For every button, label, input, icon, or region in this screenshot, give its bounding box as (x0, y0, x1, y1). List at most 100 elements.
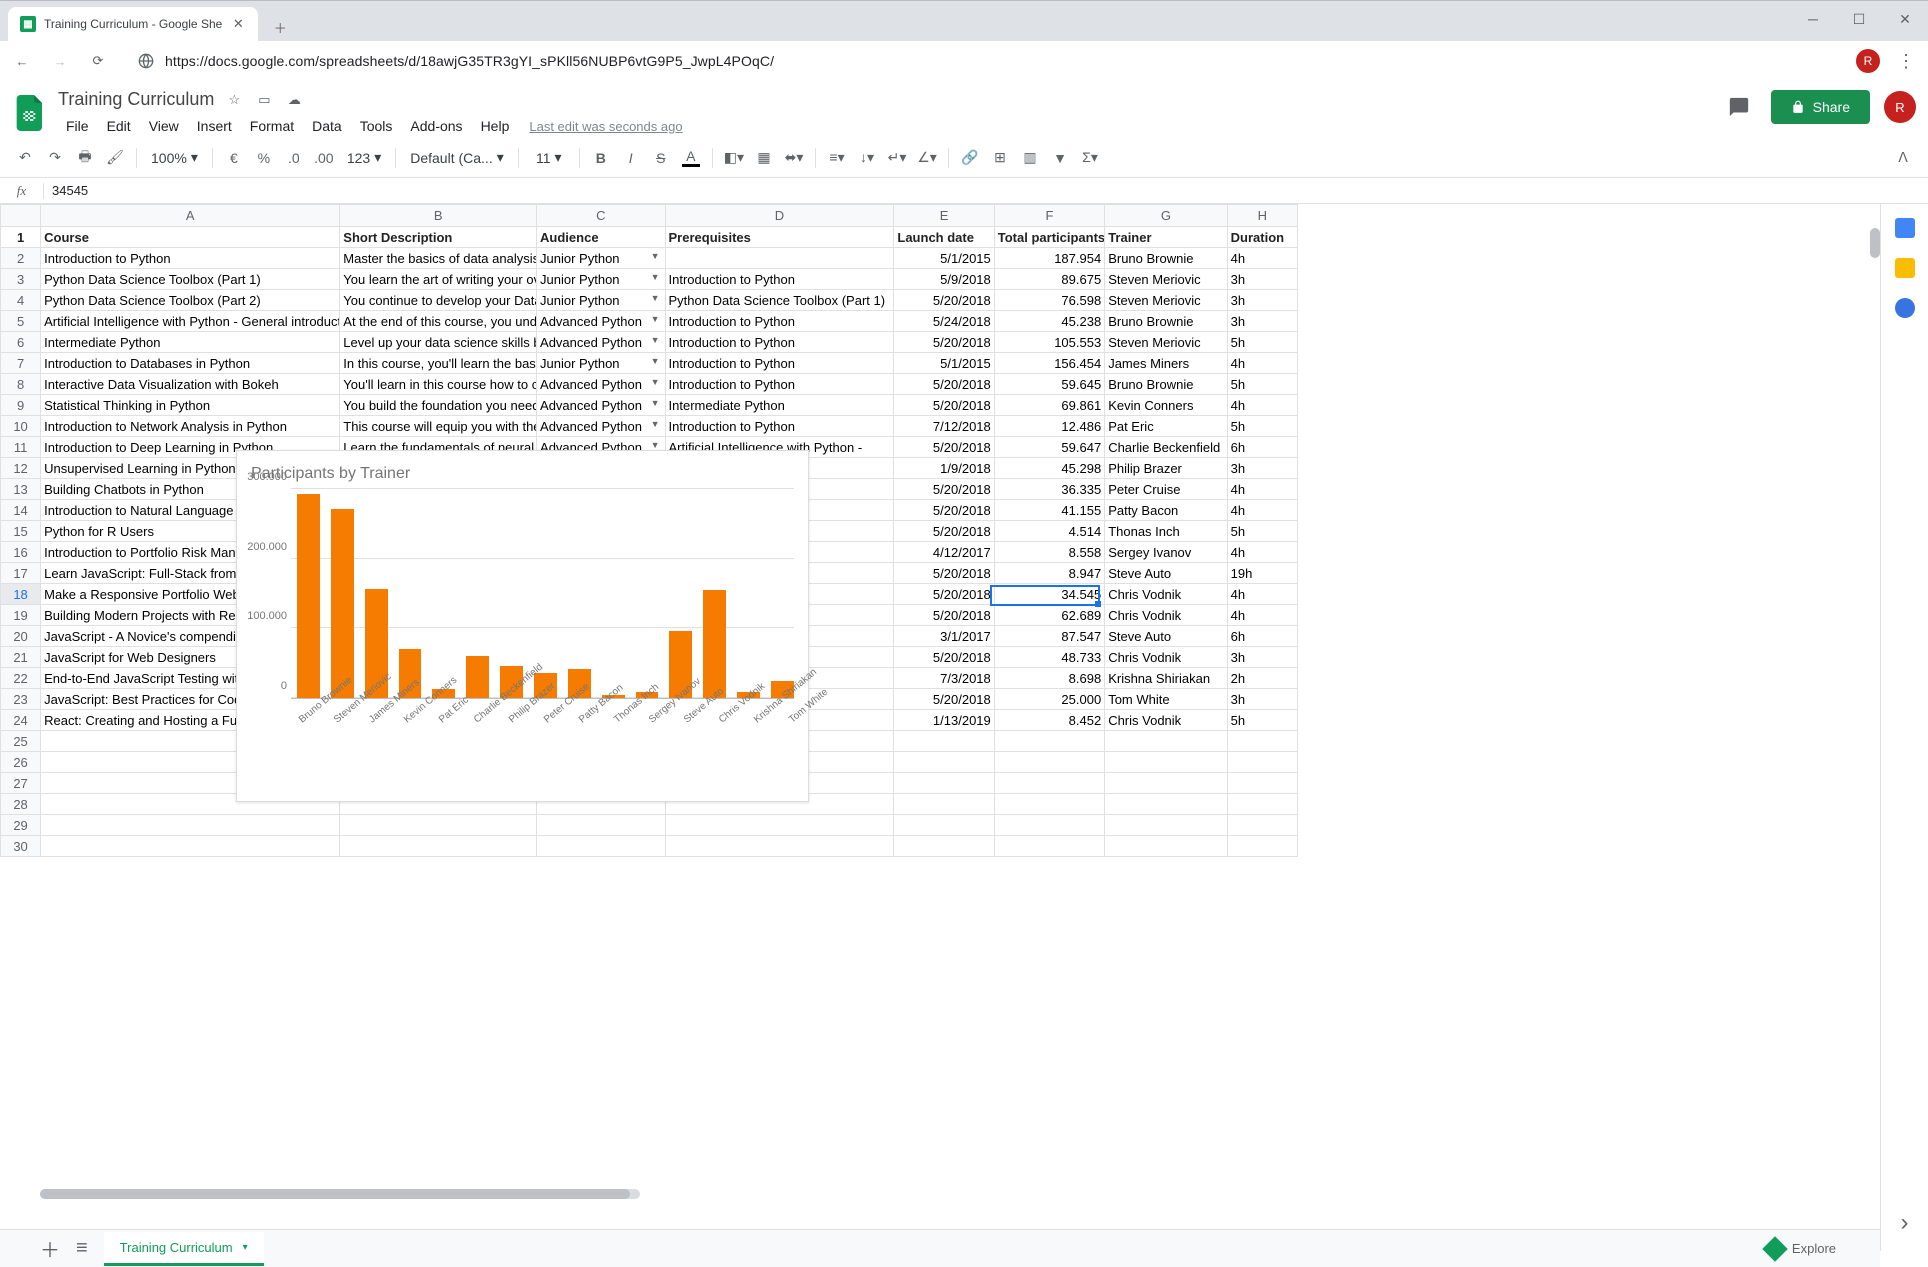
decrease-decimal-button[interactable]: .0 (281, 145, 307, 171)
cell[interactable]: 59.647 (994, 437, 1104, 458)
header-cell[interactable]: Launch date (894, 227, 994, 248)
italic-button[interactable]: I (618, 145, 644, 171)
bar[interactable] (331, 509, 354, 698)
cell[interactable]: 4h (1227, 542, 1297, 563)
cell[interactable]: Artificial Intelligence with Python - Ge… (41, 311, 340, 332)
cell[interactable]: Python Data Science Toolbox (Part 2) (41, 290, 340, 311)
header-cell[interactable]: Duration (1227, 227, 1297, 248)
header-cell[interactable]: Prerequisites (665, 227, 894, 248)
increase-decimal-button[interactable]: .00 (311, 145, 337, 171)
row-header[interactable]: 17 (1, 563, 41, 584)
col-header-C[interactable]: C (537, 205, 665, 227)
cell[interactable]: 5/20/2018 (894, 374, 994, 395)
comment-button[interactable]: ⊞ (987, 145, 1013, 171)
col-header-B[interactable]: B (340, 205, 537, 227)
cell[interactable]: Python Data Science Toolbox (Part 1) (665, 290, 894, 311)
cell[interactable]: Introduction to Python (665, 416, 894, 437)
dropdown-arrow-icon[interactable]: ▼ (651, 419, 662, 429)
cell[interactable]: 5/1/2015 (894, 353, 994, 374)
cell[interactable]: 3h (1227, 269, 1297, 290)
cell[interactable]: Charlie Beckenfield (1105, 437, 1227, 458)
cell[interactable]: 5/20/2018 (894, 605, 994, 626)
cell[interactable]: Chris Vodnik (1105, 647, 1227, 668)
menu-format[interactable]: Format (242, 114, 302, 138)
row-header[interactable]: 22 (1, 668, 41, 689)
cell[interactable]: 5/20/2018 (894, 500, 994, 521)
bar[interactable] (297, 494, 320, 698)
cell[interactable]: 4/12/2017 (894, 542, 994, 563)
share-button[interactable]: Share (1771, 90, 1870, 124)
last-edit-text[interactable]: Last edit was seconds ago (529, 119, 682, 134)
cell[interactable]: 3h (1227, 311, 1297, 332)
dropdown-arrow-icon[interactable]: ▼ (651, 356, 662, 366)
row-header[interactable]: 12 (1, 458, 41, 479)
header-cell[interactable]: Audience (537, 227, 665, 248)
bar[interactable] (703, 590, 726, 698)
cell[interactable]: 5/20/2018 (894, 584, 994, 605)
cell[interactable]: 7/12/2018 (894, 416, 994, 437)
cell[interactable]: Advanced Python▼ (537, 395, 665, 416)
menu-file[interactable]: File (58, 114, 97, 138)
cell[interactable]: Krishna Shiriakan (1105, 668, 1227, 689)
cell[interactable]: Intermediate Python (41, 332, 340, 353)
cell[interactable]: Philip Brazer (1105, 458, 1227, 479)
borders-button[interactable]: ▦ (751, 145, 777, 171)
cell[interactable]: 76.598 (994, 290, 1104, 311)
dropdown-arrow-icon[interactable]: ▼ (651, 314, 662, 324)
row-header[interactable]: 18 (1, 584, 41, 605)
cell[interactable]: 5h (1227, 374, 1297, 395)
paint-format-button[interactable]: 🖌 (102, 145, 128, 171)
sheets-logo[interactable] (12, 89, 48, 137)
row-header[interactable]: 6 (1, 332, 41, 353)
bold-button[interactable]: B (588, 145, 614, 171)
cell[interactable]: Advanced Python▼ (537, 416, 665, 437)
cell[interactable]: Interactive Data Visualization with Boke… (41, 374, 340, 395)
cell[interactable]: Steven Meriovic (1105, 332, 1227, 353)
cell[interactable] (994, 836, 1104, 857)
cell[interactable] (994, 794, 1104, 815)
cell[interactable]: Sergey Ivanov (1105, 542, 1227, 563)
select-all-corner[interactable] (1, 205, 41, 227)
cell[interactable]: Introduction to Python (665, 311, 894, 332)
cell[interactable]: Thonas Inch (1105, 521, 1227, 542)
col-header-H[interactable]: H (1227, 205, 1297, 227)
cell[interactable]: 41.155 (994, 500, 1104, 521)
cell[interactable]: 5/20/2018 (894, 479, 994, 500)
cell[interactable]: You continue to develop your Data (340, 290, 537, 311)
close-window-button[interactable]: ✕ (1882, 0, 1928, 38)
cell[interactable]: Intermediate Python (665, 395, 894, 416)
cell[interactable]: 3/1/2017 (894, 626, 994, 647)
cell[interactable]: Chris Vodnik (1105, 605, 1227, 626)
cell[interactable]: 156.454 (994, 353, 1104, 374)
cell[interactable] (1105, 815, 1227, 836)
cell[interactable]: You learn the art of writing your ov (340, 269, 537, 290)
cell[interactable]: Bruno Brownie (1105, 374, 1227, 395)
row-header[interactable]: 28 (1, 794, 41, 815)
row-header[interactable]: 30 (1, 836, 41, 857)
cell[interactable]: 45.298 (994, 458, 1104, 479)
cell[interactable]: Introduction to Network Analysis in Pyth… (41, 416, 340, 437)
col-header-A[interactable]: A (41, 205, 340, 227)
cell[interactable]: 8.698 (994, 668, 1104, 689)
font-size-dropdown[interactable]: 11 ▾ (527, 145, 571, 171)
row-header[interactable]: 24 (1, 710, 41, 731)
cell[interactable]: 5/20/2018 (894, 521, 994, 542)
cell[interactable]: 3h (1227, 290, 1297, 311)
cell[interactable]: 8.452 (994, 710, 1104, 731)
cell[interactable]: Steven Meriovic (1105, 290, 1227, 311)
menu-data[interactable]: Data (304, 114, 350, 138)
dropdown-arrow-icon[interactable]: ▼ (651, 335, 662, 345)
back-button[interactable]: ← (10, 49, 34, 73)
cell[interactable]: In this course, you'll learn the basic (340, 353, 537, 374)
cell[interactable]: Introduction to Python (665, 332, 894, 353)
cell[interactable]: 34.545 (994, 584, 1104, 605)
cell[interactable]: 8.947 (994, 563, 1104, 584)
cell[interactable]: 62.689 (994, 605, 1104, 626)
rotate-button[interactable]: ∠▾ (914, 145, 940, 171)
browser-tab[interactable]: ▦ Training Curriculum - Google She ✕ (8, 7, 258, 41)
row-header[interactable]: 5 (1, 311, 41, 332)
redo-button[interactable]: ↷ (42, 145, 68, 171)
cell[interactable]: 4h (1227, 500, 1297, 521)
cell[interactable]: Kevin Conners (1105, 395, 1227, 416)
cell[interactable]: Statistical Thinking in Python (41, 395, 340, 416)
